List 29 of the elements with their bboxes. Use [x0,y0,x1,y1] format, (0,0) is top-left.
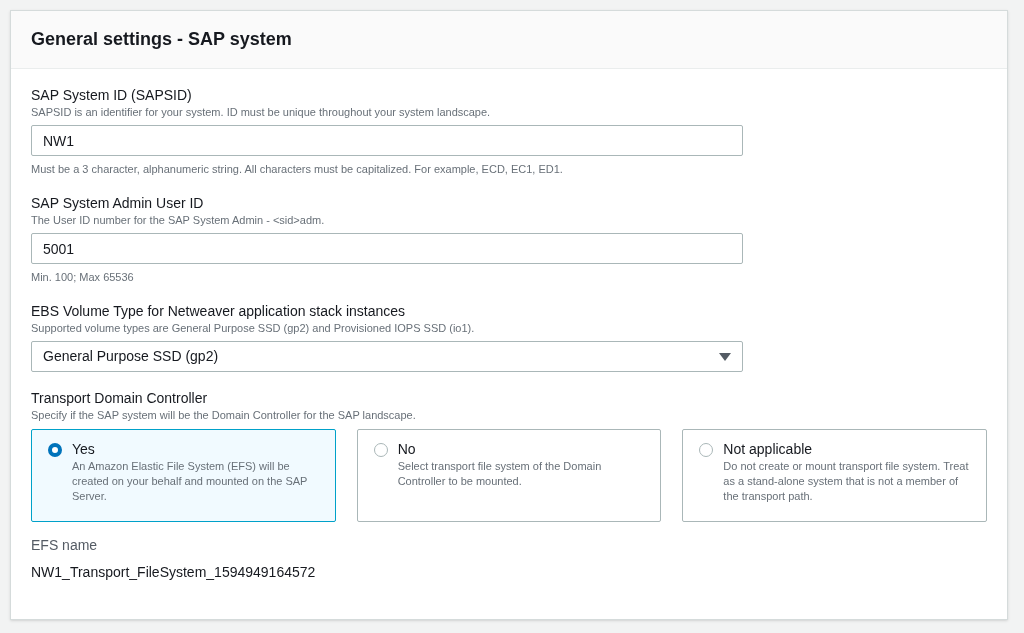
radio-tile[interactable]: Yes An Amazon Elastic File System (EFS) will be created on your behalf and mounted on the SAP Server. [31,429,336,522]
radio-button[interactable] [373,443,388,457]
caret-down-icon [719,351,731,362]
radio-tile[interactable]: No Select transport file system of the Domain Controller to be mounted. [356,429,662,522]
efs-name-label: EFS name [31,536,98,554]
option-label: Yes [72,440,96,458]
field-description: SAPSID is an identifier for your system. ID must be unique throughout your system landscape. [31,105,492,120]
field-description: The User ID number for the SAP System Admin - <sid>adm. [31,213,326,228]
panel-title: General settings - SAP system [31,28,292,51]
text-input[interactable]: NW1 [31,125,743,156]
option-description: Select transport file system of the Domain Controller to be mounted. [397,459,603,489]
volume-type-dropdown[interactable]: General Purpose SSD (gp2) [31,341,743,372]
radio-button[interactable] [699,443,714,457]
field-label: Transport Domain Controller [31,389,209,407]
field-label: SAP System ID (SAPSID) [31,86,193,104]
radio-button[interactable] [48,443,62,457]
field-description: Supported volume types are General Purpose SSD (gp2) and Provisioned IOPS SSD (io1). [31,321,476,336]
efs-name-value: NW1_Transport_FileSystem_1594949164572 [31,563,316,581]
field-hint: Must be a 3 character, alphanumeric string. All characters must be capitalized. For example, ECD, EC1, ED1. [31,162,564,177]
option-description: An Amazon Elastic File System (EFS) will be created on your behalf and mounted on the SAP Server. [72,459,309,504]
field-label: EBS Volume Type for Netweaver application stack instances [31,302,407,320]
field-label: SAP System Admin User ID [31,194,205,212]
field-description: Specify if the SAP system will be the Domain Controller for the SAP landscape. [31,408,417,423]
option-label: Not applicable [723,440,814,458]
option-label: No [397,440,417,458]
text-input[interactable]: 5001 [31,233,743,264]
field-hint: Min. 100; Max 65536 [31,270,135,285]
option-description: Do not create or mount transport file system. Treat as a stand-alone system that is not a member of the transport path. [723,459,970,504]
radio-tile[interactable]: Not applicable Do not create or mount transport file system. Treat as a stand-alone system that is not a member of the transport path. [682,429,987,522]
